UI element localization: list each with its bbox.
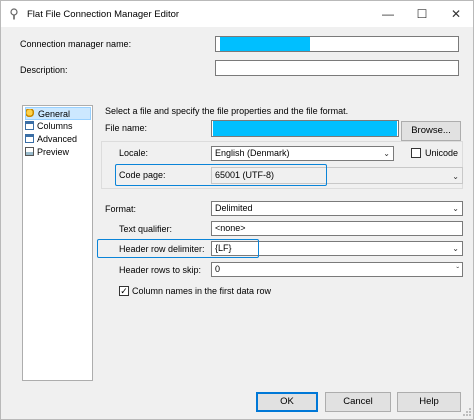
chevron-down-icon: ⌄ — [383, 149, 390, 158]
header-row-delimiter-highlight — [97, 239, 259, 258]
nav-item-label: Preview — [37, 147, 70, 157]
column-names-label: Column names in the first data row — [132, 286, 272, 296]
format-value: Delimited — [215, 203, 253, 213]
help-button[interactable]: Help — [397, 392, 461, 412]
locale-value: English (Denmark) — [215, 148, 290, 158]
description-label: Description: — [20, 65, 68, 75]
nav-item-general[interactable]: General — [25, 107, 91, 120]
connection-name-label: Connection manager name: — [20, 39, 132, 49]
chevron-down-icon: ⌄ — [452, 204, 459, 213]
nav-item-label: General — [38, 109, 71, 119]
description-input[interactable] — [215, 60, 459, 76]
resize-grip-icon[interactable] — [462, 407, 472, 417]
format-label: Format: — [105, 204, 137, 214]
file-name-input[interactable] — [211, 120, 399, 137]
page-navigation: General Columns Advanced Preview — [22, 105, 93, 381]
unicode-label: Unicode — [425, 148, 459, 158]
spin-down-icon[interactable]: ˇ — [456, 267, 459, 275]
nav-item-advanced[interactable]: Advanced — [25, 133, 91, 146]
code-page-highlight — [115, 164, 327, 186]
text-qualifier-label: Text qualifier: — [119, 224, 173, 234]
file-name-label: File name: — [105, 123, 148, 133]
preview-icon — [25, 147, 34, 156]
redacted-file-name — [213, 121, 397, 136]
browse-button[interactable]: Browse... — [401, 121, 461, 141]
column-names-checkbox[interactable]: ✓ — [119, 286, 129, 296]
header-rows-skip-value: 0 — [215, 264, 221, 274]
nav-item-columns[interactable]: Columns — [25, 120, 91, 133]
ok-button[interactable]: OK — [256, 392, 318, 412]
title-bar: Flat File Connection Manager Editor — ☐ … — [1, 1, 473, 27]
general-icon — [26, 109, 35, 118]
connection-name-input[interactable] — [215, 36, 459, 52]
locale-select[interactable]: English (Denmark) ⌄ — [211, 146, 394, 161]
locale-label: Locale: — [119, 148, 149, 158]
format-select[interactable]: Delimited ⌄ — [211, 201, 463, 216]
text-qualifier-input[interactable]: <none> — [211, 221, 463, 236]
nav-item-label: Advanced — [37, 134, 78, 144]
unicode-checkbox[interactable] — [411, 148, 421, 158]
flat-file-connection-manager-editor-window: Flat File Connection Manager Editor — ☐ … — [0, 0, 474, 420]
app-icon — [10, 8, 18, 20]
instruction-text: Select a file and specify the file prope… — [105, 106, 349, 116]
cancel-button[interactable]: Cancel — [325, 392, 391, 412]
redacted-connection-name — [220, 37, 310, 51]
minimize-button[interactable]: — — [371, 1, 405, 27]
nav-item-preview[interactable]: Preview — [25, 146, 91, 159]
header-rows-skip-input[interactable]: 0 ˆ ˇ — [211, 262, 463, 277]
nav-item-label: Columns — [37, 121, 73, 131]
document-icon — [25, 121, 34, 130]
chevron-down-icon: ⌄ — [452, 244, 459, 253]
document-icon — [25, 134, 34, 143]
window-title: Flat File Connection Manager Editor — [27, 9, 180, 20]
close-button[interactable]: ✕ — [439, 1, 473, 27]
header-rows-skip-label: Header rows to skip: — [119, 265, 202, 275]
maximize-button[interactable]: ☐ — [405, 1, 439, 27]
chevron-down-icon: ⌄ — [452, 172, 459, 181]
